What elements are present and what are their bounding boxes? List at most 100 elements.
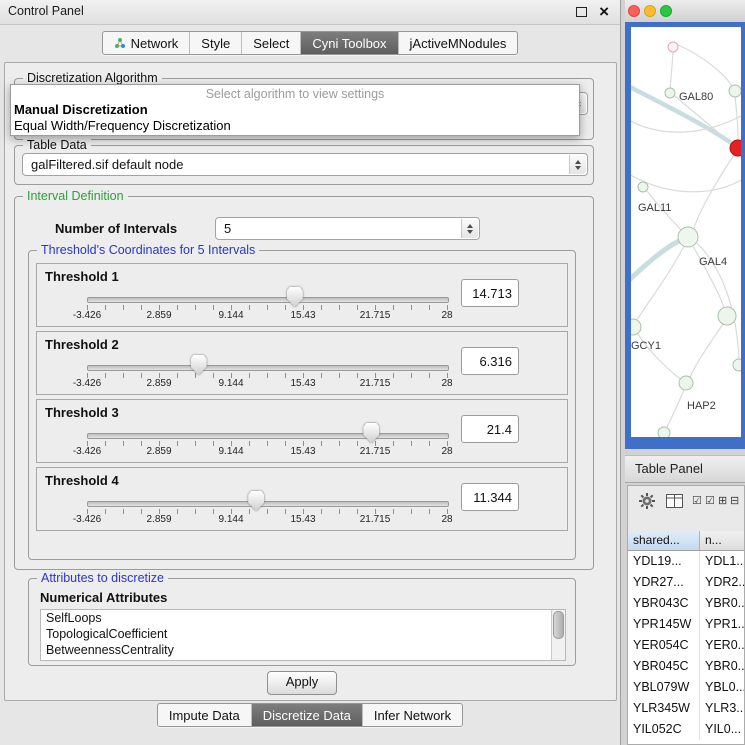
tick-label: 21.715 bbox=[360, 446, 391, 457]
cell[interactable]: YBR043C bbox=[628, 593, 700, 614]
node-label: GAL80 bbox=[679, 91, 713, 103]
cell[interactable]: YBL079W bbox=[628, 677, 700, 698]
slider-thumb[interactable] bbox=[287, 287, 303, 307]
checkbox-checked-icon[interactable]: ☑ bbox=[705, 494, 715, 507]
table-row[interactable]: YDL19...YDL1... bbox=[628, 551, 745, 572]
tick-label: 9.144 bbox=[218, 446, 243, 457]
gene-node[interactable] bbox=[665, 88, 675, 98]
slider-thumb[interactable] bbox=[363, 423, 379, 443]
selected-red-node[interactable] bbox=[730, 140, 741, 156]
gene-node[interactable] bbox=[729, 85, 741, 97]
network-edge[interactable] bbox=[637, 246, 684, 320]
table-row[interactable]: YDR27...YDR2... bbox=[628, 572, 745, 593]
mac-close-button[interactable] bbox=[628, 5, 640, 17]
cell[interactable]: YLR3... bbox=[700, 698, 745, 719]
list-item[interactable]: SelfLoops bbox=[41, 610, 565, 626]
gene-node[interactable] bbox=[668, 42, 678, 52]
table-row[interactable]: YLR345WYLR3... bbox=[628, 698, 745, 719]
threshold-value-field[interactable]: 14.713 bbox=[461, 279, 519, 307]
list-item[interactable]: BetweennessCentrality bbox=[41, 642, 565, 658]
network-edge[interactable] bbox=[678, 45, 732, 86]
threshold-label: Threshold 1 bbox=[45, 269, 119, 284]
network-edge[interactable] bbox=[675, 96, 731, 144]
cell[interactable]: YDL19... bbox=[628, 551, 700, 572]
checkbox-checked-icon[interactable]: ☑ bbox=[692, 494, 702, 507]
slider-thumb[interactable] bbox=[248, 491, 264, 511]
threshold-value-field[interactable]: 6.316 bbox=[461, 347, 519, 375]
slider-ticks bbox=[87, 441, 448, 446]
column-header-shared-name[interactable]: shared... bbox=[628, 531, 700, 550]
numerical-attributes-label: Numerical Attributes bbox=[40, 590, 167, 605]
tab-cyni-toolbox[interactable]: Cyni Toolbox bbox=[300, 32, 397, 54]
column-header-name[interactable]: n... bbox=[700, 531, 745, 550]
table-data-combo[interactable]: galFiltered.sif default node bbox=[22, 153, 588, 176]
tab-label: Infer Network bbox=[374, 708, 451, 723]
threshold-slider[interactable] bbox=[87, 433, 449, 439]
network-edge[interactable] bbox=[670, 52, 673, 88]
cell[interactable]: YDR27... bbox=[628, 572, 700, 593]
threshold-value-field[interactable]: 21.4 bbox=[461, 415, 519, 443]
apply-button[interactable]: Apply bbox=[267, 671, 337, 695]
table-row[interactable]: YBR043CYBR0... bbox=[628, 593, 745, 614]
gene-node[interactable] bbox=[679, 376, 693, 390]
algorithm-option-equal-width[interactable]: Equal Width/Frequency Discretization bbox=[11, 118, 579, 134]
mac-minimize-button[interactable] bbox=[644, 5, 656, 17]
threshold-slider[interactable] bbox=[87, 501, 449, 507]
gene-node[interactable] bbox=[678, 227, 698, 247]
tab-network[interactable]: Network bbox=[103, 32, 190, 54]
number-of-intervals-spinner[interactable]: 5 bbox=[215, 217, 480, 240]
cell[interactable]: YER054C bbox=[628, 635, 700, 656]
scrollbar-thumb[interactable] bbox=[553, 611, 564, 639]
slider-thumb[interactable] bbox=[191, 355, 207, 375]
cell[interactable]: YPR1... bbox=[700, 614, 745, 635]
slider-ticks bbox=[87, 509, 448, 514]
tab-select[interactable]: Select bbox=[241, 32, 300, 54]
cell[interactable]: YBR0... bbox=[700, 656, 745, 677]
network-edge[interactable] bbox=[690, 324, 723, 377]
tab-impute-data[interactable]: Impute Data bbox=[158, 704, 251, 726]
cell[interactable]: YLR345W bbox=[628, 698, 700, 719]
tab-infer-network[interactable]: Infer Network bbox=[362, 704, 462, 726]
gene-node[interactable] bbox=[658, 427, 670, 437]
gene-node[interactable] bbox=[631, 319, 641, 335]
threshold-slider[interactable] bbox=[87, 297, 449, 303]
cell[interactable]: YPR145W bbox=[628, 614, 700, 635]
mac-zoom-button[interactable] bbox=[660, 5, 672, 17]
float-window-icon[interactable] bbox=[576, 7, 587, 17]
network-edge[interactable] bbox=[631, 241, 679, 283]
list-scrollbar[interactable] bbox=[551, 610, 565, 660]
table-row[interactable]: YPR145WYPR1... bbox=[628, 614, 745, 635]
table-row[interactable]: YER054CYER0... bbox=[628, 635, 745, 656]
threshold-value-field[interactable]: 11.344 bbox=[461, 483, 519, 511]
cell[interactable]: YDR2... bbox=[700, 572, 745, 593]
table-columns-icon[interactable] bbox=[666, 494, 683, 508]
tab-discretize-data[interactable]: Discretize Data bbox=[251, 704, 362, 726]
cell[interactable]: YIL0... bbox=[700, 719, 745, 740]
tab-jactivemnodules[interactable]: jActiveMNodules bbox=[398, 32, 518, 54]
spinner-arrows-icon bbox=[461, 219, 478, 238]
gene-node[interactable] bbox=[718, 307, 736, 325]
threshold-slider[interactable] bbox=[87, 365, 449, 371]
network-edge[interactable] bbox=[667, 390, 684, 427]
table-row[interactable]: YIL052CYIL0... bbox=[628, 719, 745, 740]
gene-node[interactable] bbox=[638, 182, 648, 192]
algorithm-option-manual[interactable]: Manual Discretization bbox=[11, 102, 579, 118]
tick-label: 28 bbox=[441, 446, 452, 457]
cell[interactable]: YBL0... bbox=[700, 677, 745, 698]
close-window-icon[interactable]: × bbox=[599, 1, 609, 23]
table-row[interactable]: YBR045CYBR0... bbox=[628, 656, 745, 677]
add-column-icon[interactable]: ⊞ bbox=[718, 494, 727, 507]
gear-icon[interactable] bbox=[638, 492, 656, 510]
table-panel-title: Table Panel bbox=[635, 456, 703, 482]
cell[interactable]: YBR045C bbox=[628, 656, 700, 677]
remove-column-icon[interactable]: ⊟ bbox=[730, 494, 739, 507]
cell[interactable]: YER0... bbox=[700, 635, 745, 656]
cell[interactable]: YBR0... bbox=[700, 593, 745, 614]
network-canvas[interactable]: GAL80 GAL11 GAL4 GCY1 HAP2 bbox=[631, 27, 741, 437]
cell[interactable]: YIL052C bbox=[628, 719, 700, 740]
list-item[interactable]: TopologicalCoefficient bbox=[41, 626, 565, 642]
table-row[interactable]: YBL079WYBL0... bbox=[628, 677, 745, 698]
cell[interactable]: YDL1... bbox=[700, 551, 745, 572]
gene-node[interactable] bbox=[733, 359, 741, 371]
tab-style[interactable]: Style bbox=[189, 32, 241, 54]
